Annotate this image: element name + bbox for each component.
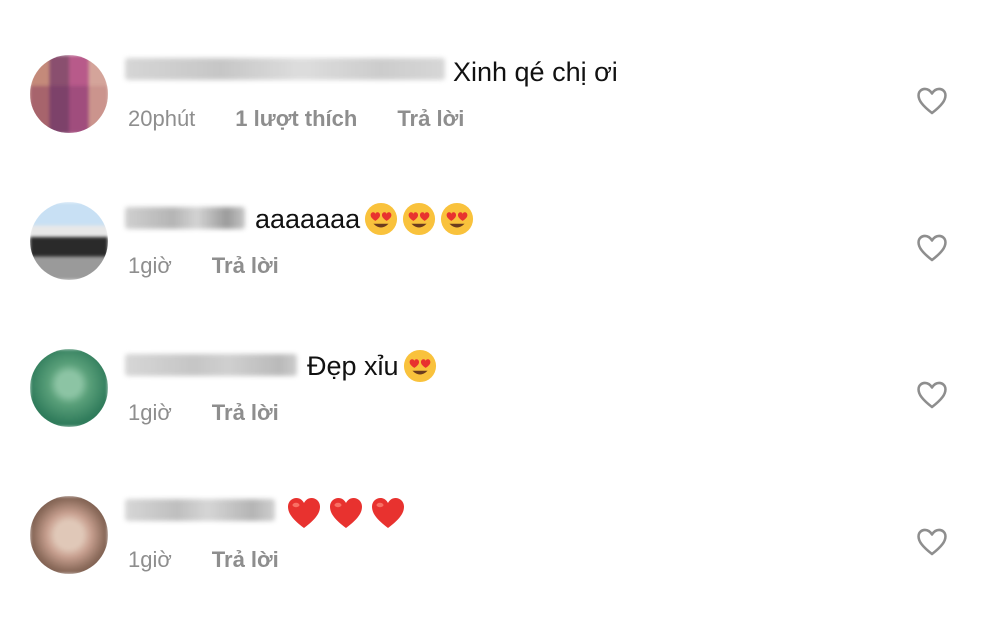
heart-eyes-emoji-icon xyxy=(403,349,436,383)
comment-text-line: Xinh qé chị ơi xyxy=(453,50,618,94)
comment-text: aaaaaaa xyxy=(255,203,361,234)
heart-eyes-emoji-icon xyxy=(365,202,398,236)
comment-time: 1giờ xyxy=(128,400,172,425)
avatar[interactable] xyxy=(30,349,108,427)
heart-outline-icon[interactable] xyxy=(915,378,949,412)
likes-count-link[interactable]: 1 lượt thích xyxy=(235,106,357,132)
comment-text-line xyxy=(280,491,406,535)
comment-item: Xinh qé chị ơi 20phút 1 lượt thích Trả l… xyxy=(0,50,1000,190)
comment-meta: 1giờ Trả lời xyxy=(128,547,319,573)
heart-outline-icon[interactable] xyxy=(915,231,949,265)
username[interactable] xyxy=(125,354,297,376)
comment-time: 20phút xyxy=(128,106,196,131)
avatar[interactable] xyxy=(30,55,108,133)
comment-text: Xinh qé chị ơi xyxy=(453,56,618,87)
comment-text-line: Đẹp xỉu xyxy=(307,344,437,388)
red-heart-emoji-icon xyxy=(330,498,362,528)
comment-meta: 20phút 1 lượt thích Trả lời xyxy=(128,106,504,132)
username[interactable] xyxy=(125,499,275,521)
reply-button[interactable]: Trả lời xyxy=(397,106,464,132)
comment-time: 1giờ xyxy=(128,253,172,278)
comment-meta: 1giờ Trả lời xyxy=(128,400,319,426)
avatar[interactable] xyxy=(30,496,108,574)
heart-eyes-emoji-icon xyxy=(441,202,474,236)
heart-outline-icon[interactable] xyxy=(915,525,949,559)
comment-item: aaaaaaa 1giờ Trả lời xyxy=(0,197,1000,337)
heart-outline-icon[interactable] xyxy=(915,84,949,118)
avatar[interactable] xyxy=(30,202,108,280)
username[interactable] xyxy=(125,58,445,80)
reply-button[interactable]: Trả lời xyxy=(212,547,279,573)
username[interactable] xyxy=(125,207,245,229)
red-heart-emoji-icon xyxy=(372,498,404,528)
heart-eyes-emoji-icon xyxy=(403,202,436,236)
comment-text: Đẹp xỉu xyxy=(307,350,399,381)
comment-text-line: aaaaaaa xyxy=(255,197,474,241)
reply-button[interactable]: Trả lời xyxy=(212,400,279,426)
red-heart-emoji-icon xyxy=(288,498,320,528)
comment-item: 1giờ Trả lời xyxy=(0,491,1000,631)
reply-button[interactable]: Trả lời xyxy=(212,253,279,279)
comment-item: Đẹp xỉu 1giờ Trả lời xyxy=(0,344,1000,484)
comment-meta: 1giờ Trả lời xyxy=(128,253,319,279)
comment-time: 1giờ xyxy=(128,547,172,572)
